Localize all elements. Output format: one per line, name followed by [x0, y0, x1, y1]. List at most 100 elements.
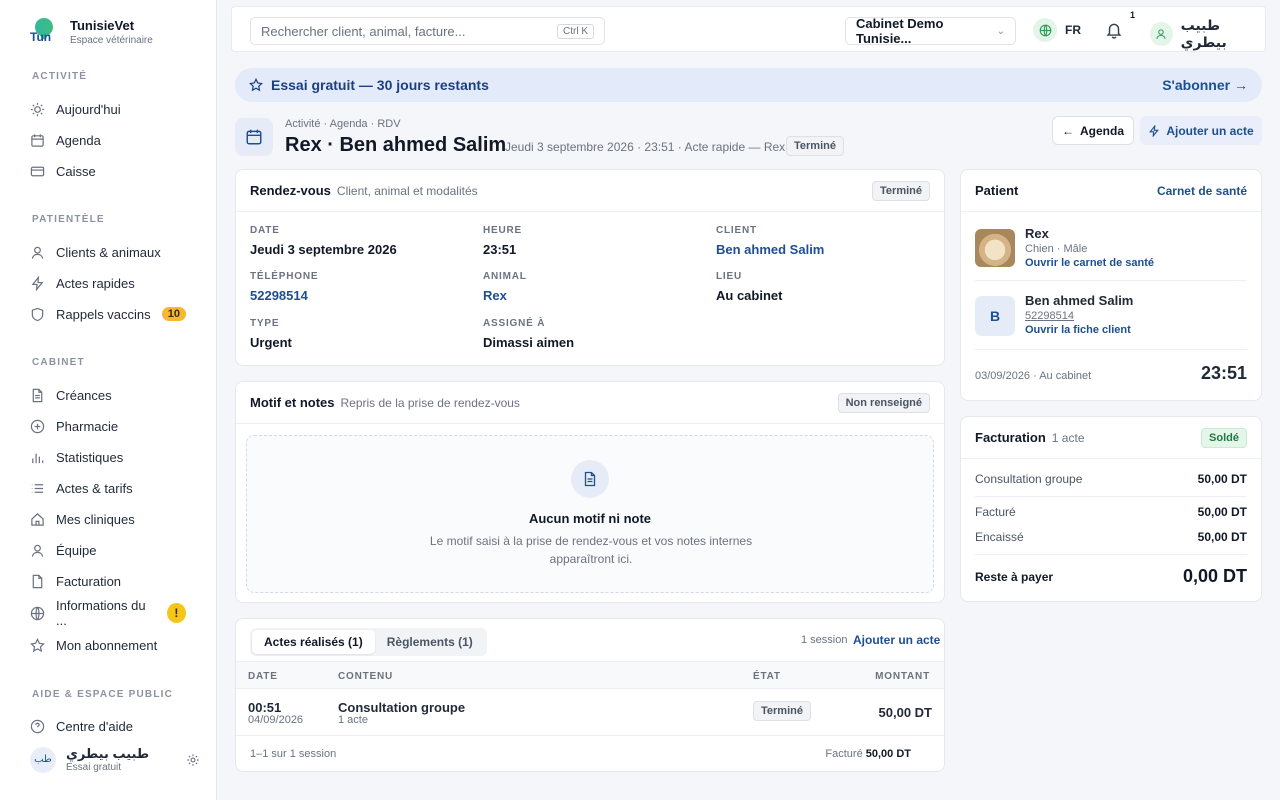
- arrow-left-icon: ←: [1061, 123, 1074, 138]
- bolt-icon: [1149, 124, 1160, 137]
- sun-icon: [30, 102, 45, 117]
- phone-link: 52298514: [250, 288, 308, 303]
- sidebar-item-rappels-vaccins[interactable]: Rappels vaccins 10: [30, 303, 200, 325]
- language-switcher[interactable]: FR: [1033, 18, 1081, 42]
- field-telephone[interactable]: TÉLÉPHONE 52298514: [250, 271, 318, 303]
- chevron-down-icon: ⌄: [996, 25, 1005, 37]
- motif-empty-state: Aucun motif ni note Le motif saisi à la …: [246, 435, 934, 593]
- section-cabinet: CABINET: [32, 357, 85, 368]
- field-assigne: ASSIGNÉ À Dimassi aimen: [483, 318, 575, 350]
- sidebar-item-mes-cliniques[interactable]: Mes cliniques: [30, 508, 200, 530]
- page-title: Rex · Ben ahmed Salim: [285, 134, 507, 156]
- vaccins-count-badge: 10: [161, 307, 186, 321]
- document-icon: [30, 388, 45, 403]
- clinic-select[interactable]: Cabinet Demo Tunisie... ⌄: [845, 16, 1016, 46]
- brand[interactable]: Tun TunisieVet Espace vétérinaire: [30, 14, 153, 46]
- subscribe-link[interactable]: S'abonner →: [1162, 77, 1248, 93]
- empty-title: Aucun motif ni note: [528, 511, 652, 526]
- motif-card: Motif et notes Repris de la prise de ren…: [235, 381, 945, 603]
- field-animal[interactable]: ANIMAL Rex: [483, 271, 527, 303]
- owner-phone[interactable]: 52298514: [1025, 310, 1074, 322]
- sidebar-item-centre-aide[interactable]: Centre d'aide: [30, 715, 200, 737]
- open-carnet-link[interactable]: Ouvrir le carnet de santé: [1025, 257, 1154, 269]
- globe-icon: [30, 606, 45, 621]
- sidebar-item-aujourdhui[interactable]: Aujourd'hui: [30, 98, 200, 120]
- list-icon: [30, 481, 45, 496]
- user-menu[interactable]: طبيب بيطري: [1150, 17, 1265, 51]
- sidebar-item-equipe[interactable]: Équipe: [30, 539, 200, 561]
- field-client[interactable]: CLIENT Ben ahmed Salim: [716, 225, 824, 257]
- actes-tabs: Actes réalisés (1) Règlements (1): [250, 628, 487, 656]
- animal-photo: [975, 229, 1015, 267]
- search-input[interactable]: Rechercher client, animal, facture... Ct…: [250, 17, 605, 45]
- sidebar-user-name: طبيب بيطري: [66, 746, 150, 761]
- table-row[interactable]: 00:51 04/09/2026 Consultation groupe 1 a…: [236, 689, 944, 736]
- owner-name: Ben ahmed Salim: [1025, 293, 1134, 308]
- table-footer-total: Facturé 50,00 DT: [825, 748, 911, 760]
- notification-count: 1: [1130, 10, 1136, 20]
- patient-footer-info: 03/09/2026 · Au cabinet: [975, 370, 1092, 382]
- field-lieu: LIEU Au cabinet: [716, 271, 783, 303]
- row-status-badge: Terminé: [753, 701, 811, 721]
- motif-status-badge: Non renseigné: [837, 392, 930, 413]
- bell-icon[interactable]: [1105, 21, 1123, 39]
- rdv-subtitle: Client, animal et modalités: [336, 183, 478, 198]
- animal-link: Rex: [483, 288, 507, 303]
- sidebar-item-clients[interactable]: Clients & animaux: [30, 241, 200, 263]
- tab-actes-realises[interactable]: Actes réalisés (1): [252, 630, 375, 654]
- field-type: TYPE Urgent: [250, 318, 292, 350]
- sidebar-user[interactable]: طب طبيب بيطري Essai gratuit: [30, 746, 200, 773]
- rdv-title: Rendez-vous: [250, 183, 331, 198]
- sidebar-item-abonnement[interactable]: Mon abonnement: [30, 634, 200, 656]
- sidebar-item-statistiques[interactable]: Statistiques: [30, 446, 200, 468]
- open-client-link[interactable]: Ouvrir la fiche client: [1025, 324, 1131, 336]
- rdv-card: Rendez-vous Client, animal et modalités …: [235, 169, 945, 366]
- empty-description: Le motif saisi à la prise de rendez-vous…: [429, 534, 753, 566]
- home-icon: [30, 512, 45, 527]
- add-acte-link[interactable]: Ajouter un acte: [853, 633, 940, 647]
- row-amount: 50,00 DT: [878, 705, 932, 720]
- motif-subtitle: Repris de la prise de rendez-vous: [340, 395, 520, 410]
- tab-reglements[interactable]: Règlements (1): [375, 630, 485, 654]
- star-icon: [30, 637, 45, 653]
- breadcrumb: Activité · Agenda · RDV: [285, 118, 401, 130]
- star-icon: [249, 78, 263, 92]
- billing-title: Facturation: [975, 430, 1046, 445]
- actes-card: Actes réalisés (1) Règlements (1) 1 sess…: [235, 618, 945, 772]
- brand-subtitle: Espace vétérinaire: [70, 35, 153, 46]
- sidebar-item-pharmacie[interactable]: Pharmacie: [30, 415, 200, 437]
- document-icon: [571, 460, 609, 498]
- sidebar-item-actes-tarifs[interactable]: Actes & tarifs: [30, 477, 200, 499]
- section-activite: ACTIVITÉ: [32, 71, 88, 82]
- sidebar-item-facturation[interactable]: Facturation: [30, 570, 200, 592]
- agenda-button[interactable]: ← Agenda: [1052, 116, 1134, 145]
- gear-icon[interactable]: [186, 753, 200, 767]
- calendar-icon: [235, 118, 273, 156]
- client-link: Ben ahmed Salim: [716, 242, 825, 257]
- table-header: DATE CONTENU ÉTAT MONTANT: [236, 661, 944, 689]
- plus-circle-icon: [30, 419, 45, 434]
- sidebar-item-informations[interactable]: Informations du ... !: [30, 598, 200, 628]
- brand-logo: Tun: [30, 14, 58, 46]
- patient-footer-time: 23:51: [1200, 363, 1247, 383]
- session-count: 1 session: [801, 634, 848, 646]
- trial-banner: Essai gratuit — 30 jours restants S'abon…: [235, 68, 1262, 102]
- user-icon: [1150, 22, 1173, 46]
- sidebar: Tun TunisieVet Espace vétérinaire ACTIVI…: [0, 0, 217, 800]
- bolt-icon: [30, 275, 45, 291]
- sidebar-item-actes-rapides[interactable]: Actes rapides: [30, 272, 200, 294]
- sidebar-item-agenda[interactable]: Agenda: [30, 129, 200, 151]
- globe-icon: [1033, 18, 1057, 42]
- sidebar-user-plan: Essai gratuit: [66, 762, 122, 773]
- add-acte-button[interactable]: Ajouter un acte: [1140, 116, 1262, 145]
- user-icon: [30, 245, 45, 260]
- sidebar-item-caisse[interactable]: Caisse: [30, 160, 200, 182]
- rdv-status-badge: Terminé: [872, 180, 930, 201]
- billing-line: Consultation groupe 50,00 DT: [975, 472, 1247, 486]
- patient-card: Patient Carnet de santé Rex Chien · Mâle…: [960, 169, 1262, 401]
- sidebar-item-creances[interactable]: Créances: [30, 384, 200, 406]
- billing-subtitle: 1 acte: [1051, 430, 1085, 445]
- status-badge: Terminé: [786, 136, 844, 156]
- carnet-sante-link[interactable]: Carnet de santé: [1157, 184, 1247, 198]
- animal-info: Chien · Mâle: [1025, 243, 1088, 255]
